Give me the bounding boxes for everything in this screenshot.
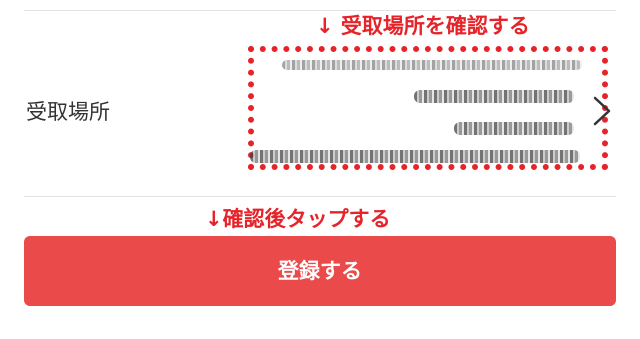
redacted-address-line (282, 60, 582, 70)
annotation-tap-after-confirm: ↓確認後タップする (205, 207, 391, 231)
chevron-right-icon[interactable] (590, 95, 614, 127)
pickup-confirm-screen: ↓ 受取場所を確認する 受取場所 ↓確認後タップする 登録する (0, 0, 640, 339)
redacted-address-line (454, 122, 574, 135)
pickup-address-highlight (248, 46, 608, 170)
redacted-address-line (250, 150, 580, 163)
pickup-location-row[interactable]: 受取場所 (24, 11, 616, 196)
register-button[interactable]: 登録する (24, 236, 616, 306)
redacted-address-line (414, 90, 574, 103)
divider (24, 196, 616, 197)
pickup-location-label: 受取場所 (26, 100, 110, 124)
